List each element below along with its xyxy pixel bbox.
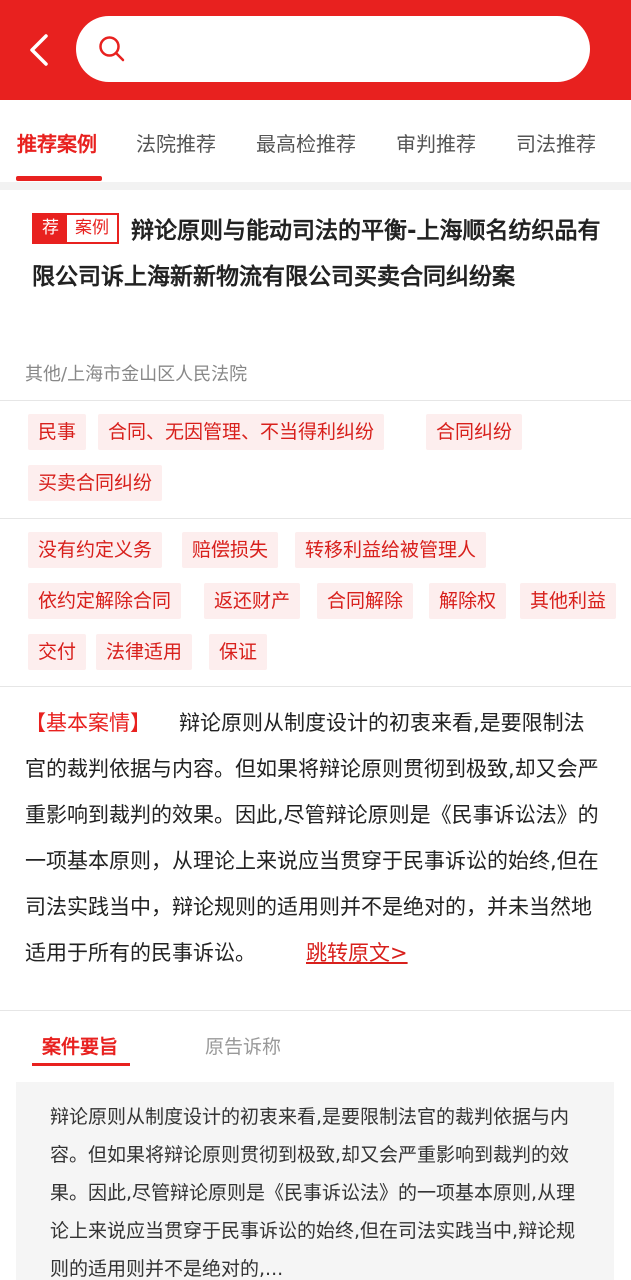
basic-facts-label: 【基本案情】 [25,711,151,735]
search-box[interactable] [76,16,590,84]
tab-court-recommended[interactable]: 法院推荐 [136,128,216,157]
keyword-tag[interactable]: 法律适用 [96,634,193,670]
case-badge: 荐案例 [32,213,119,244]
tab-procuratorate-recommended[interactable]: 最高检推荐 [256,128,356,157]
divider [0,518,631,519]
detail-tab-indicator [32,1063,130,1066]
top-bar [0,0,631,100]
tab-trial-recommended[interactable]: 审判推荐 [396,128,476,157]
case-gist-panel: 辩论原则从制度设计的初衷来看,是要限制法官的裁判依据与内容。但如果将辩论原则贯彻… [16,1082,614,1280]
keyword-tag[interactable]: 依约定解除合同 [28,583,182,619]
cause-tag[interactable]: 买卖合同纠纷 [28,465,163,501]
keyword-tag[interactable]: 保证 [209,634,268,670]
cause-tag[interactable]: 民事 [28,414,87,450]
view-original-link[interactable]: 跳转原文> [306,941,408,965]
search-input[interactable] [140,16,574,84]
case-type-badge: 案例 [75,218,109,238]
case-gist-text: 辩论原则从制度设计的初衷来看,是要限制法官的裁判依据与内容。但如果将辩论原则贯彻… [50,1106,576,1280]
cause-tag[interactable]: 合同、无因管理、不当得利纠纷 [98,414,385,450]
divider [0,686,631,687]
divider [0,400,631,401]
tab-case-gist[interactable]: 案件要旨 [42,1032,118,1059]
recommend-badge: 荐 [34,215,67,242]
back-button[interactable] [22,28,62,72]
back-arrow-icon [30,34,48,66]
tab-plaintiff-claims[interactable]: 原告诉称 [205,1032,281,1059]
tab-judicial-recommended[interactable]: 司法推荐 [516,128,596,157]
category-tabs: 推荐案例 法院推荐 最高检推荐 审判推荐 司法推荐 [0,100,631,182]
keyword-tag[interactable]: 返还财产 [204,583,301,619]
case-title-line: 荐案例 辩论原则与能动司法的平衡-上海顺名纺织品有限公司诉上海新新物流有限公司买卖… [32,208,607,300]
case-header: 荐案例 辩论原则与能动司法的平衡-上海顺名纺织品有限公司诉上海新新物流有限公司买卖… [32,208,607,300]
search-icon [99,36,125,62]
court-info: 其他/上海市金山区人民法院 [25,364,248,385]
cause-tag[interactable]: 合同纠纷 [426,414,523,450]
section-divider [0,182,631,190]
keyword-tag[interactable]: 转移利益给被管理人 [295,532,487,568]
keyword-tag[interactable]: 赔偿损失 [182,532,279,568]
divider [0,1010,631,1011]
basic-case-facts: 【基本案情】 辩论原则从制度设计的初衷来看,是要限制法官的裁判依据与内容。但如果将… [25,700,605,976]
keyword-tag[interactable]: 解除权 [429,583,507,619]
keyword-tag[interactable]: 合同解除 [317,583,414,619]
tab-recommended-cases[interactable]: 推荐案例 [17,128,97,157]
keyword-tag[interactable]: 交付 [28,634,87,670]
basic-facts-text: 辩论原则从制度设计的初衷来看,是要限制法官的裁判依据与内容。但如果将辩论原则贯彻… [25,711,599,965]
keyword-tag[interactable]: 其他利益 [520,583,617,619]
active-tab-indicator [16,176,102,181]
keyword-tag[interactable]: 没有约定义务 [28,532,163,568]
